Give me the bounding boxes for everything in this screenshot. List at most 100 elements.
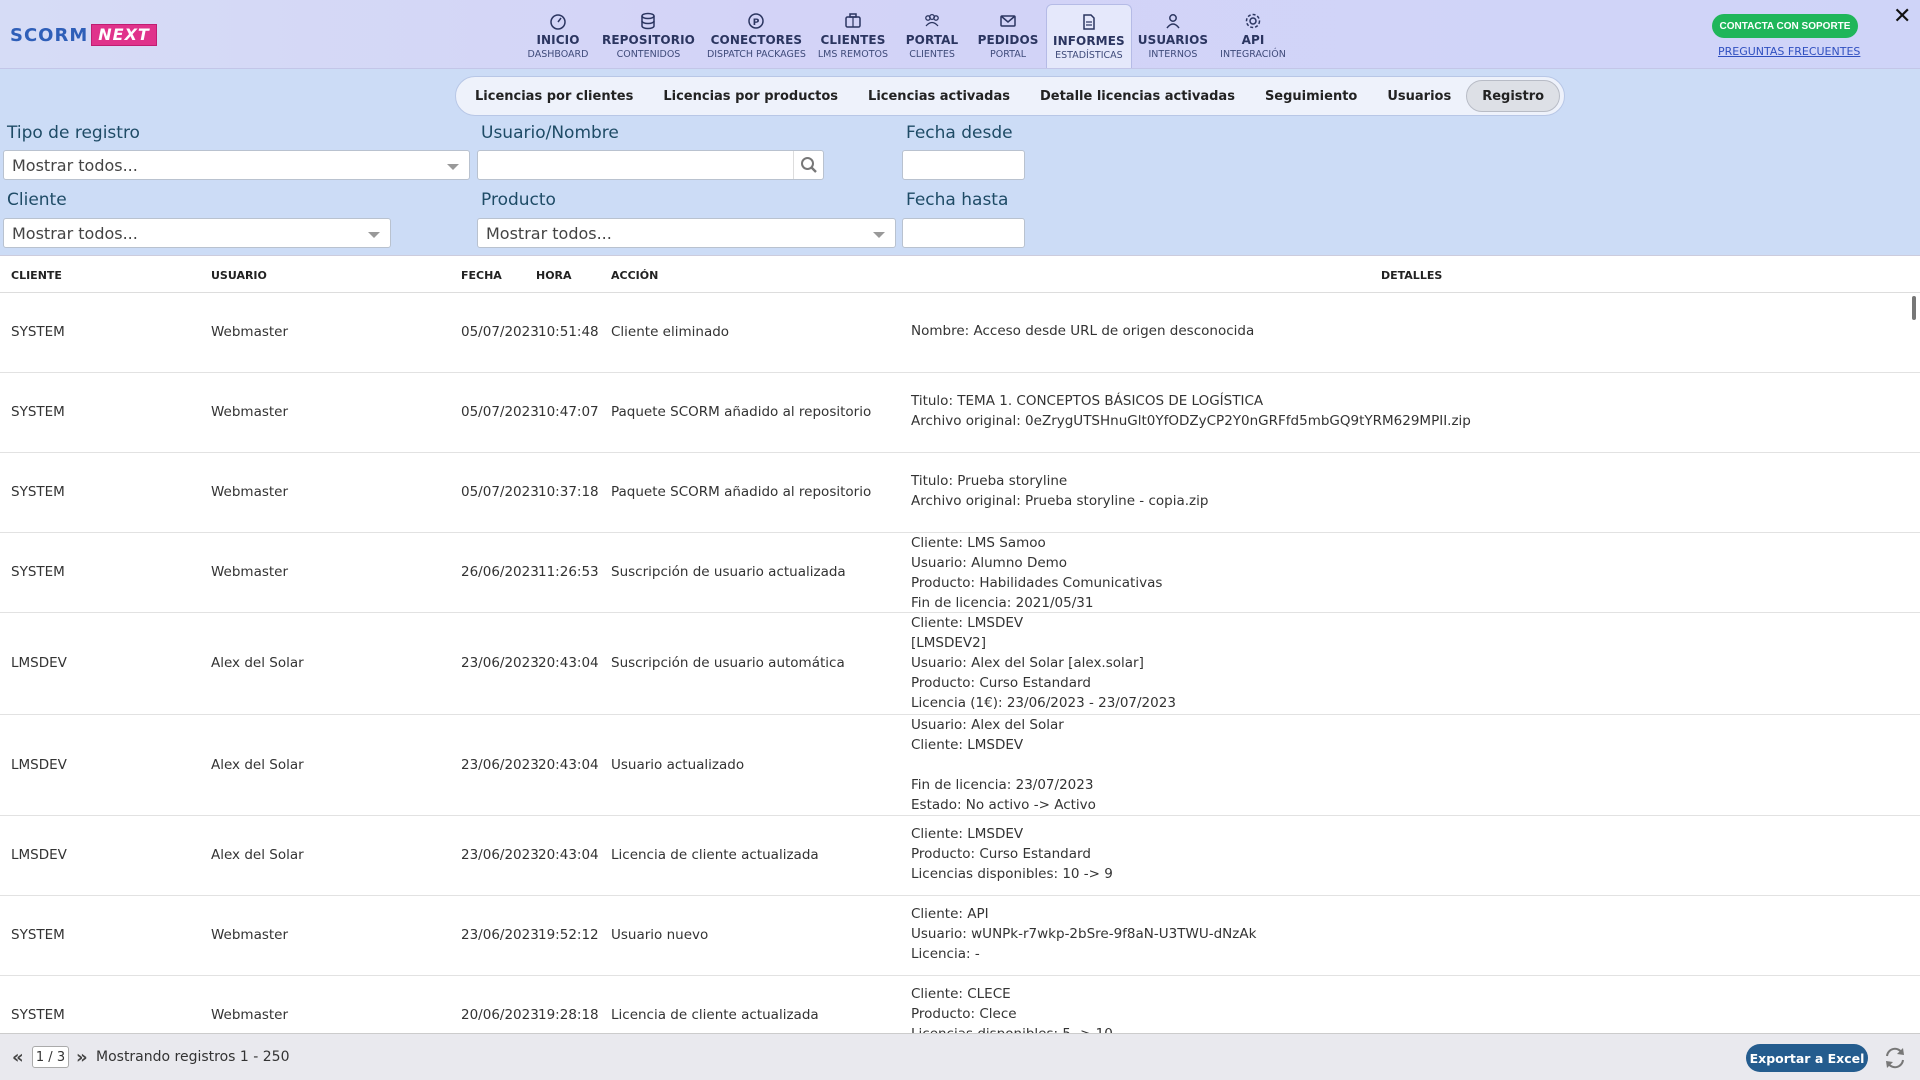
nav-sublabel: DASHBOARD [527,49,589,60]
cliente-label: Cliente [7,190,67,210]
producto-label: Producto [481,190,556,210]
table-row[interactable]: SYSTEM Webmaster 26/06/2023 11:26:53 Suscrip… [0,533,1920,613]
cell-cliente: SYSTEM [11,404,65,420]
scrollbar-thumb[interactable] [1912,296,1916,320]
cell-detalles: Cliente: LMSDEV [LMSDEV2] Usuario: Alex de… [911,613,1176,713]
nav-item-pedidos[interactable]: PEDIDOS PORTAL [970,4,1046,68]
faq-link[interactable]: PREGUNTAS FRECUENTES [1718,45,1860,58]
fecha-hasta-input[interactable] [902,218,1025,248]
col-fecha[interactable]: FECHA [461,269,502,282]
report-tabs: Licencias por clientes Licencias por prod… [455,76,1566,116]
cell-fecha: 23/06/2023 [461,847,539,863]
tab-seguimiento[interactable]: Seguimiento [1250,80,1372,112]
logo[interactable]: SCORM NEXT [10,24,157,46]
cell-usuario: Webmaster [211,564,289,580]
detail-line: Titulo: TEMA 1. CONCEPTOS BÁSICOS DE LOG… [911,393,1264,409]
cell-cliente: LMSDEV [11,847,67,863]
cell-cliente: SYSTEM [11,324,65,340]
nav-item-repositorio[interactable]: REPOSITORIO CONTENIDOS [596,4,701,68]
filter-panel: Licencias por clientes Licencias por prod… [0,69,1920,255]
cell-detalles: Cliente: LMS Samoo Usuario: Alumno Demo Pr… [911,533,1162,613]
col-cliente[interactable]: CLIENTE [11,269,62,282]
search-icon[interactable] [793,151,823,179]
detail-line: Usuario: Alex del Solar [alex.solar] [911,655,1144,671]
table-row[interactable]: LMSDEV Alex del Solar 23/06/2023 20:43:04 Us… [0,715,1920,816]
nav-item-usuarios[interactable]: USUARIOS INTERNOS [1132,4,1214,68]
tipo-registro-select[interactable]: Mostrar todos... [3,150,470,180]
tipo-registro-value: Mostrar todos... [12,155,138,175]
tab-registro[interactable]: Registro [1466,80,1561,112]
cell-hora: 20:43:04 [538,757,599,773]
detail-line: Licencias disponibles: 10 -> 9 [911,866,1113,882]
cell-fecha: 05/07/2023 [461,484,539,500]
cell-cliente: SYSTEM [11,484,65,500]
export-excel-button[interactable]: Exportar a Excel [1746,1044,1868,1072]
refresh-icon[interactable] [1882,1045,1908,1071]
tab-licencias-por-clientes[interactable]: Licencias por clientes [460,80,648,112]
nav-item-inicio[interactable]: INICIO DASHBOARD [520,4,596,68]
cell-detalles: Cliente: LMSDEV Producto: Curso Estandard… [911,824,1113,884]
top-header: SCORM NEXT INICIO DASHBOARD REPOSITORIO CON… [0,0,1920,69]
prev-page-icon[interactable]: « [12,1047,24,1068]
cell-usuario: Alex del Solar [211,847,304,863]
tab-usuarios[interactable]: Usuarios [1372,80,1466,112]
nav-sublabel: ESTADÍSTICAS [1055,50,1123,61]
usuario-input[interactable] [477,150,824,180]
nav-label: INICIO [536,33,580,47]
cell-accion: Cliente eliminado [611,324,730,340]
tab-licencias-por-productos[interactable]: Licencias por productos [648,80,853,112]
next-page-icon[interactable]: » [76,1047,88,1068]
cell-detalles: Cliente: CLECE Producto: Clece Licencias d… [911,984,1113,1033]
page-indicator[interactable]: 1 / 3 [32,1046,69,1068]
nav-item-informes[interactable]: INFORMES ESTADÍSTICAS [1046,4,1132,68]
table-row[interactable]: SYSTEM Webmaster 05/07/2023 10:37:18 Paquete… [0,453,1920,533]
cell-accion: Suscripción de usuario actualizada [611,564,846,580]
logo-scorm: SCORM [10,24,89,46]
col-hora[interactable]: HORA [536,269,572,282]
plug-icon: P [747,12,765,30]
nav-item-portal[interactable]: PORTAL CLIENTES [894,4,970,68]
nav-label: CLIENTES [820,33,886,47]
table-row[interactable]: LMSDEV Alex del Solar 23/06/2023 20:43:04 Li… [0,816,1920,896]
table-row[interactable]: SYSTEM Webmaster 05/07/2023 10:51:48 Cliente… [0,293,1920,373]
fecha-desde-input[interactable] [902,150,1025,180]
nav-item-api[interactable]: API INTEGRACIÓN [1214,4,1292,68]
svg-text:P: P [753,18,760,28]
tab-licencias-activadas[interactable]: Licencias activadas [853,80,1025,112]
cliente-select[interactable]: Mostrar todos... [3,218,391,248]
table-row[interactable]: SYSTEM Webmaster 23/06/2023 19:52:12 Usuario… [0,896,1920,976]
cell-hora: 19:28:18 [538,1007,599,1023]
cell-hora: 10:47:07 [538,404,599,420]
detail-line: Cliente: LMSDEV [911,826,1024,842]
detail-line: Producto: Habilidades Comunicativas [911,575,1163,591]
detail-line: Titulo: Prueba storyline [911,473,1068,489]
producto-select[interactable]: Mostrar todos... [477,218,896,248]
table-row[interactable]: SYSTEM Webmaster 20/06/2023 19:28:18 Licenci… [0,976,1920,1033]
table-row[interactable]: LMSDEV Alex del Solar 23/06/2023 20:43:04 Su… [0,613,1920,715]
database-icon [639,12,657,30]
nav-sublabel: INTEGRACIÓN [1220,49,1286,60]
table-row[interactable]: SYSTEM Webmaster 05/07/2023 10:47:07 Paquete… [0,373,1920,453]
detail-line: Archivo original: 0eZrygUTSHnuGlt0YfODZy… [911,413,1471,429]
tab-detalle-licencias-activadas[interactable]: Detalle licencias activadas [1025,80,1250,112]
cell-cliente: LMSDEV [11,655,67,671]
cell-detalles: Titulo: TEMA 1. CONCEPTOS BÁSICOS DE LOG… [911,391,1471,431]
main-nav: INICIO DASHBOARD REPOSITORIO CONTENIDOS P CON… [520,4,1292,68]
detail-line: Archivo original: Prueba storyline - cop… [911,493,1209,509]
nav-sublabel: INTERNOS [1148,49,1198,60]
col-accion[interactable]: ACCIÓN [611,269,658,282]
detail-line: Usuario: Alex del Solar [911,717,1064,733]
records-count: Mostrando registros 1 - 250 [96,1049,290,1065]
col-detalles[interactable]: DETALLES [1381,269,1442,282]
nav-label: API [1241,33,1265,47]
cell-fecha: 05/07/2023 [461,324,539,340]
cell-detalles: Usuario: Alex del Solar Cliente: LMSDEV Fi… [911,715,1096,815]
nav-item-conectores[interactable]: P CONECTORES DISPATCH PACKAGES [701,4,812,68]
cell-accion: Paquete SCORM añadido al repositorio [611,484,872,500]
col-usuario[interactable]: USUARIO [211,269,267,282]
close-icon[interactable]: ✕ [1893,4,1911,29]
contact-support-button[interactable]: CONTACTA CON SOPORTE [1712,14,1858,38]
nav-item-clientes[interactable]: CLIENTES LMS REMOTOS [812,4,894,68]
producto-value: Mostrar todos... [486,223,612,243]
cell-hora: 20:43:04 [538,847,599,863]
